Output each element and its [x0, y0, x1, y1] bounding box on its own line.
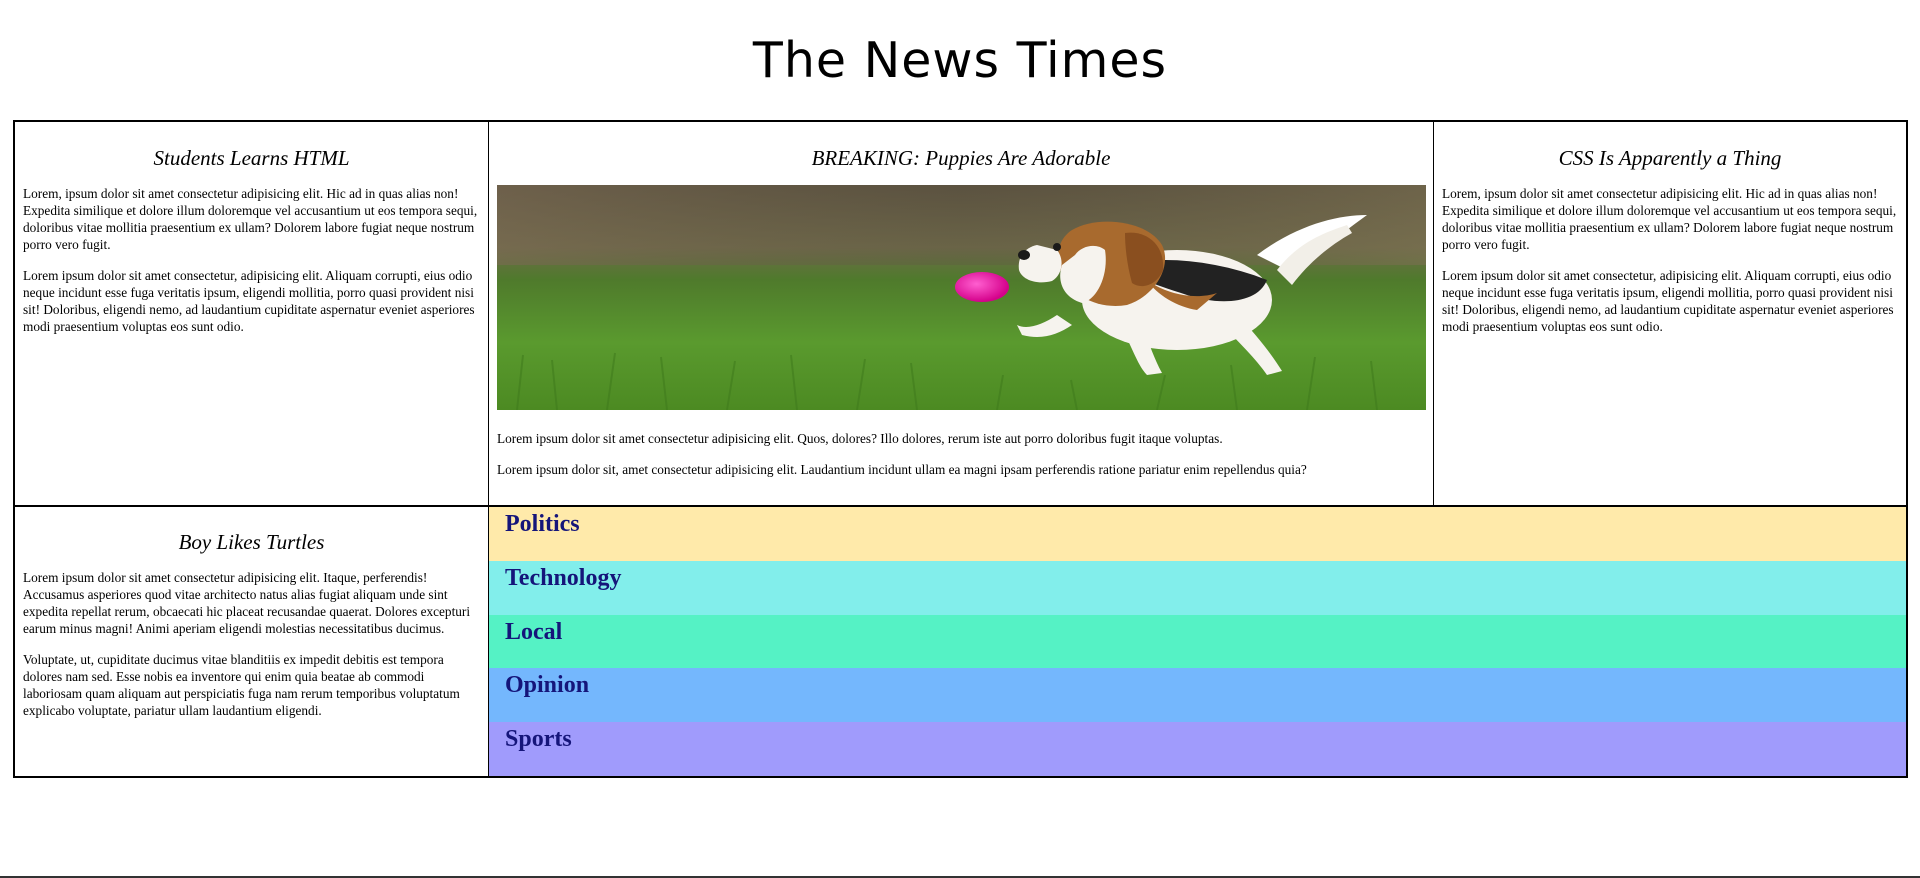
category-opinion[interactable]: Opinion [489, 668, 1906, 723]
category-label: Politics [505, 511, 580, 537]
category-label: Local [505, 618, 563, 645]
article-paragraph: Lorem ipsum dolor sit amet consectetur, … [1442, 268, 1894, 334]
article-paragraph: Lorem ipsum dolor sit, amet consectetur … [497, 462, 1307, 477]
article-css: CSS Is Apparently a Thing Lorem, ipsum d… [1434, 122, 1906, 507]
article-breaking: BREAKING: Puppies Are Adorable Lorem ips… [489, 122, 1434, 507]
category-local[interactable]: Local [489, 614, 1906, 669]
puppy-image [497, 185, 1426, 410]
article-title: BREAKING: Puppies Are Adorable [811, 146, 1111, 170]
category-technology[interactable]: Technology [489, 560, 1906, 615]
article-turtles: Boy Likes Turtles Lorem ipsum dolor sit … [15, 507, 489, 776]
news-grid: Students Learns HTML Lorem, ipsum dolor … [13, 120, 1908, 778]
category-list: Politics Technology Local Opinion Sports [489, 507, 1906, 776]
article-students: Students Learns HTML Lorem, ipsum dolor … [15, 122, 489, 507]
category-politics[interactable]: Politics [489, 507, 1906, 561]
article-title: Students Learns HTML [153, 146, 350, 170]
category-sports[interactable]: Sports [489, 722, 1906, 776]
article-paragraph: Lorem, ipsum dolor sit amet consectetur … [23, 186, 478, 252]
category-label: Technology [505, 564, 622, 591]
article-paragraph: Lorem, ipsum dolor sit amet consectetur … [1442, 186, 1897, 252]
category-label: Opinion [505, 672, 590, 699]
article-title: CSS Is Apparently a Thing [1558, 146, 1782, 170]
category-label: Sports [505, 726, 572, 753]
article-title: Boy Likes Turtles [178, 530, 325, 554]
article-paragraph: Voluptate, ut, cupiditate ducimus vitae … [23, 652, 460, 718]
site-title: The News Times [752, 32, 1168, 89]
article-paragraph: Lorem ipsum dolor sit amet consectetur a… [23, 570, 471, 636]
article-paragraph: Lorem ipsum dolor sit amet consectetur a… [497, 431, 1223, 446]
article-paragraph: Lorem ipsum dolor sit amet consectetur, … [23, 268, 475, 334]
